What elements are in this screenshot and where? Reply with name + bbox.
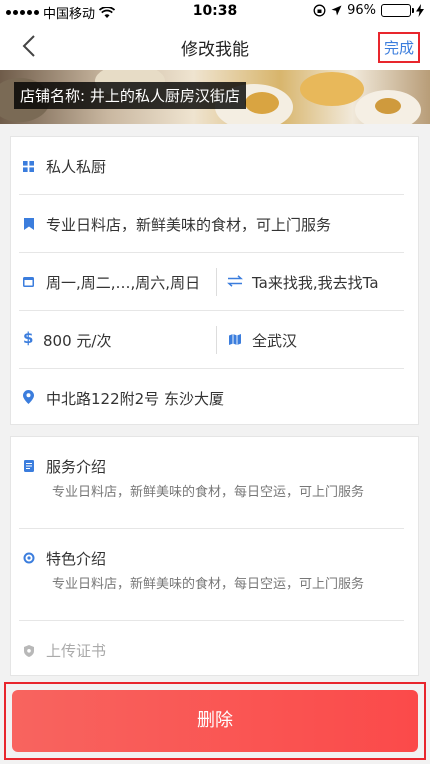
delete-button[interactable]: 删除 bbox=[12, 690, 418, 752]
battery-icon bbox=[381, 4, 414, 17]
tagline-row[interactable]: 专业日料店，新鲜美味的食材，可上门服务 bbox=[19, 195, 404, 253]
grid-icon bbox=[23, 161, 34, 172]
banner-dish-image bbox=[375, 98, 401, 114]
orientation-lock-icon bbox=[313, 4, 326, 17]
banner-dish-image bbox=[300, 72, 364, 106]
bookmark-icon bbox=[24, 218, 34, 230]
column-divider bbox=[216, 326, 217, 354]
column-divider bbox=[216, 268, 217, 296]
category-row[interactable]: 私人私厨 bbox=[19, 137, 404, 195]
certificate-row[interactable]: 上传证书 bbox=[19, 621, 404, 675]
service-intro-title: 服务介绍 bbox=[46, 458, 107, 476]
schedule-row: 周一,周二,…,周六,周日 Ta来找我,我去找Ta bbox=[19, 253, 404, 311]
address-text: 中北路122附2号 东沙大厦 bbox=[46, 390, 224, 408]
circle-dot-icon bbox=[23, 552, 35, 564]
introduction-card: 服务介绍 专业日料店，新鲜美味的食材，每日空运，可上门服务 特色介绍 专业日料店… bbox=[10, 436, 419, 676]
shield-icon bbox=[24, 645, 34, 657]
address-row[interactable]: 中北路122附2号 东沙大厦 bbox=[19, 369, 404, 425]
delete-button-frame: 删除 bbox=[4, 682, 426, 760]
banner-dish-image bbox=[245, 92, 279, 114]
upload-certificate-label: 上传证书 bbox=[46, 642, 107, 660]
service-mode-text[interactable]: Ta来找我,我去找Ta bbox=[252, 272, 379, 293]
calendar-icon bbox=[23, 277, 34, 287]
battery-percent: 96% bbox=[347, 3, 376, 18]
status-bar: 中国移动 10:38 96% bbox=[0, 0, 430, 22]
feature-intro-row[interactable]: 特色介绍 专业日料店，新鲜美味的食材，每日空运，可上门服务 bbox=[19, 529, 404, 621]
location-pin-icon bbox=[23, 390, 34, 404]
store-banner: 店铺名称: 井上的私人厨房汉街店 bbox=[0, 70, 430, 124]
category-text: 私人私厨 bbox=[46, 158, 107, 176]
swap-arrows-icon bbox=[227, 275, 243, 287]
service-intro-row[interactable]: 服务介绍 专业日料店，新鲜美味的食材，每日空运，可上门服务 bbox=[19, 437, 404, 529]
document-icon bbox=[24, 460, 34, 472]
nav-bar: 修改我能 完成 bbox=[0, 22, 430, 70]
dollar-icon: $ bbox=[23, 329, 34, 347]
feature-intro-desc: 专业日料店，新鲜美味的食材，每日空运，可上门服务 bbox=[52, 577, 365, 592]
area-text[interactable]: 全武汉 bbox=[252, 330, 297, 351]
service-intro-desc: 专业日料店，新鲜美味的食材，每日空运，可上门服务 bbox=[52, 485, 365, 500]
map-icon bbox=[229, 334, 241, 345]
store-name-label: 店铺名称: 井上的私人厨房汉街店 bbox=[14, 82, 246, 109]
service-days-text[interactable]: 周一,周二,…,周六,周日 bbox=[46, 272, 200, 293]
page-title: 修改我能 bbox=[181, 40, 249, 60]
feature-intro-title: 特色介绍 bbox=[46, 550, 107, 568]
price-area-row: $ 800 元/次 全武汉 bbox=[19, 311, 404, 369]
tagline-text: 专业日料店，新鲜美味的食材，可上门服务 bbox=[46, 216, 332, 234]
status-right: 96% bbox=[313, 3, 424, 18]
charging-bolt-icon bbox=[416, 4, 424, 17]
location-arrow-icon bbox=[331, 5, 342, 16]
done-button[interactable]: 完成 bbox=[377, 32, 420, 63]
price-text[interactable]: 800 元/次 bbox=[43, 330, 111, 351]
service-info-card: 私人私厨 专业日料店，新鲜美味的食材，可上门服务 周一,周二,…,周六,周日 T… bbox=[10, 136, 419, 425]
